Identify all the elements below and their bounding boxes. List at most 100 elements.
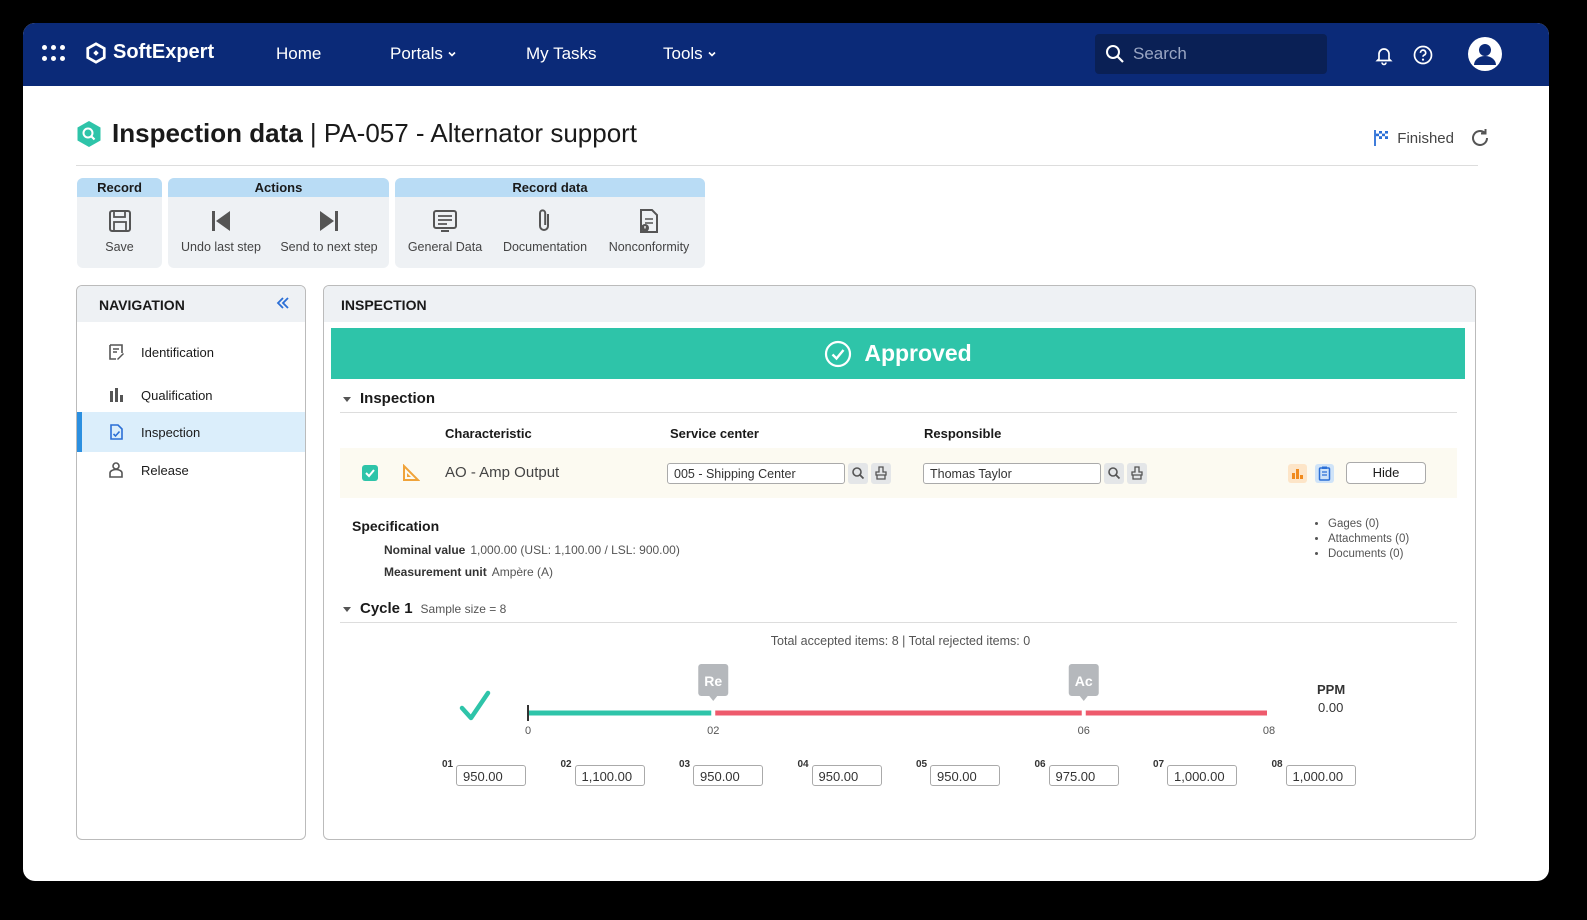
- send-to-next-step-button[interactable]: Send to next step: [276, 208, 382, 254]
- responsible-clear-button[interactable]: [1127, 463, 1147, 484]
- user-avatar[interactable]: [1468, 37, 1502, 71]
- search-icon: [852, 467, 865, 480]
- chevron-down-icon: [448, 51, 456, 57]
- nonconformity-label: Nonconformity: [608, 240, 690, 254]
- bell-icon[interactable]: [1373, 44, 1395, 66]
- nav-portals[interactable]: Portals: [390, 44, 457, 64]
- set-square-icon: [403, 464, 420, 481]
- hide-button[interactable]: Hide: [1346, 462, 1426, 484]
- user-avatar-icon: [1474, 44, 1496, 65]
- search-icon: [1106, 45, 1124, 63]
- clipboard-icon: [1318, 466, 1331, 481]
- skip-forward-icon: [320, 211, 338, 231]
- skip-back-icon: [212, 211, 230, 231]
- service-center-clear-button[interactable]: [871, 463, 891, 484]
- ppm-value: 0.00: [1318, 700, 1344, 715]
- caret-down-icon: [343, 396, 351, 402]
- ppm-label: PPM: [1317, 682, 1346, 697]
- service-center-search-button[interactable]: [848, 463, 868, 484]
- page-title-main: Inspection data: [112, 118, 303, 148]
- cycle-divider: [340, 622, 1457, 623]
- sample-number: 01: [442, 759, 454, 770]
- collapse-chevrons-icon[interactable]: [275, 295, 291, 311]
- scale-tick-label: 08: [1263, 725, 1275, 737]
- inspection-panel: INSPECTION Approved Inspection Character…: [323, 285, 1476, 840]
- specification-title: Specification: [352, 518, 440, 534]
- nav-home-label: Home: [276, 44, 322, 63]
- navigation-panel: NAVIGATION Identification Qualification: [76, 285, 306, 840]
- sample-number: 06: [1034, 759, 1046, 770]
- save-button[interactable]: Save: [91, 208, 148, 254]
- undo-last-step-label: Undo last step: [181, 240, 261, 254]
- nav-item-release[interactable]: Release: [77, 450, 305, 490]
- sample-value-field[interactable]: 950.00: [456, 765, 526, 786]
- nav-item-qualification[interactable]: Qualification: [77, 375, 305, 415]
- refresh-icon[interactable]: [1469, 127, 1491, 149]
- brand[interactable]: SoftExpert: [85, 41, 214, 64]
- finish-flag-icon: [1374, 130, 1389, 146]
- checklist-icon: [110, 424, 123, 440]
- nav-tools-label: Tools: [663, 44, 703, 63]
- responsible-field[interactable]: Thomas Taylor: [923, 463, 1101, 484]
- approved-banner: Approved: [331, 328, 1465, 379]
- service-center-field[interactable]: 005 - Shipping Center: [667, 463, 845, 484]
- scale-marker-pointer: [1079, 696, 1088, 701]
- sample-value-field[interactable]: 950.00: [930, 765, 1000, 786]
- caret-down-icon: [343, 606, 351, 612]
- chevron-down-icon: [708, 51, 716, 57]
- cycle-section-toggle[interactable]: Cycle 1 Sample size = 8: [342, 600, 506, 617]
- row-checkbox[interactable]: [362, 465, 378, 481]
- apps-grid-icon[interactable]: [42, 45, 66, 63]
- nav-home[interactable]: Home: [276, 44, 321, 64]
- column-header-responsible: Responsible: [924, 426, 1002, 441]
- documents-link[interactable]: Documents (0): [1328, 548, 1409, 560]
- inspection-header: INSPECTION: [324, 286, 1475, 322]
- ribbon-group-record: Record Save: [77, 178, 162, 268]
- search-input[interactable]: [1133, 44, 1313, 64]
- responsible-search-button[interactable]: [1104, 463, 1124, 484]
- nav-item-label: Inspection: [141, 424, 201, 440]
- nav-item-inspection[interactable]: Inspection: [77, 412, 305, 452]
- sample-number: 08: [1271, 759, 1283, 770]
- measurement-unit-row: Measurement unit Ampère (A): [384, 565, 553, 579]
- general-data-button[interactable]: General Data: [407, 208, 483, 254]
- inspection-section-toggle[interactable]: Inspection: [342, 390, 435, 407]
- brand-name: SoftExpert: [113, 41, 215, 63]
- documentation-label: Documentation: [502, 240, 588, 254]
- sample-value-field[interactable]: 1,100.00: [574, 765, 645, 786]
- undo-last-step-button[interactable]: Undo last step: [178, 208, 264, 254]
- document-alert-icon: [640, 209, 658, 233]
- measurement-unit-value: Ampère (A): [491, 565, 554, 579]
- sample-value-field[interactable]: 1,000.00: [1167, 765, 1237, 786]
- section-divider: [340, 412, 1457, 413]
- softexpert-logo-icon: [86, 41, 106, 64]
- sample-value-field[interactable]: 1,000.00: [1285, 765, 1356, 786]
- inspection-title: INSPECTION: [341, 297, 427, 313]
- chart-button[interactable]: [1288, 464, 1307, 483]
- ribbon-group-title: Actions: [168, 178, 389, 197]
- header-divider: [76, 165, 1478, 166]
- cycle-totals: Total accepted items: 8 | Total rejected…: [770, 634, 1031, 648]
- documentation-button[interactable]: Documentation: [499, 208, 591, 254]
- column-header-service-center: Service center: [670, 426, 759, 441]
- nonconformity-button[interactable]: Nonconformity: [603, 208, 695, 254]
- nav-my-tasks[interactable]: My Tasks: [526, 44, 597, 64]
- nav-my-tasks-label: My Tasks: [526, 44, 597, 63]
- sample-value-field[interactable]: 950.00: [693, 765, 763, 786]
- ribbon-group-record-data: Record data General Data Documentation N…: [395, 178, 705, 268]
- search-box[interactable]: [1095, 34, 1327, 74]
- navigation-header: NAVIGATION: [77, 286, 305, 322]
- nav-tools[interactable]: Tools: [663, 44, 717, 64]
- sample-value-field[interactable]: 975.00: [1048, 765, 1119, 786]
- nominal-value-label: Nominal value: [384, 543, 466, 557]
- scale-marker-label: Ac: [1075, 673, 1093, 689]
- attachments-link[interactable]: Attachments (0): [1328, 533, 1409, 545]
- status-text: Finished: [1397, 129, 1454, 147]
- bar-chart-icon: [110, 388, 123, 402]
- sample-value-field[interactable]: 950.00: [811, 765, 882, 786]
- gages-link[interactable]: Gages (0): [1328, 518, 1409, 530]
- clipboard-button[interactable]: [1315, 464, 1334, 483]
- check-circle-icon: [825, 340, 852, 367]
- help-icon[interactable]: [1412, 44, 1434, 66]
- nav-item-identification[interactable]: Identification: [77, 332, 305, 372]
